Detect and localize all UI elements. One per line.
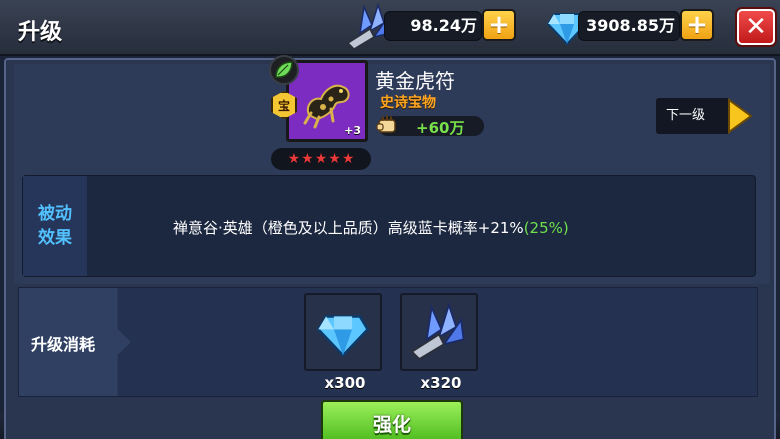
star-icon: ★ [301, 151, 314, 167]
strengthen-button[interactable]: 强化 [321, 400, 463, 439]
passive-bonus-pct: (25%) [523, 219, 569, 237]
item-name: 黄金虎符 [375, 69, 455, 93]
fist-power-icon [376, 115, 396, 133]
next-level-button[interactable]: 下一级 [656, 98, 730, 134]
upgrade-cost-tag: 升级消耗 [19, 288, 131, 396]
passive-tag-line2: 效果 [38, 228, 72, 248]
leaf-icon [269, 55, 299, 85]
crystal-amount: 98.24万 [384, 11, 482, 41]
diamond-amount: 3908.85万 [578, 11, 680, 41]
passive-effect-tag: 被动 效果 [23, 176, 87, 276]
close-icon: ✕ [745, 12, 767, 42]
item-rarity: 史诗宝物 [380, 95, 436, 111]
star-icon: ★ [328, 151, 341, 167]
diamond-icon [316, 315, 370, 358]
crystal-icon [410, 302, 465, 361]
cost-qty-diamond: x300 [324, 374, 366, 392]
passive-tag-line1: 被动 [38, 204, 72, 224]
passive-description: 禅意谷·英雄（橙色及以上品质）高级蓝卡概率+21%(25%) [173, 217, 569, 238]
page-title: 升级 [18, 20, 63, 45]
cost-qty-crystal: x320 [420, 374, 462, 392]
power-bonus: +60万 [416, 119, 465, 137]
cost-item-diamond[interactable] [304, 293, 382, 371]
star-icon: ★ [314, 151, 328, 167]
close-button[interactable]: ✕ [737, 9, 775, 45]
upgrade-cost-section: 升级消耗 [18, 287, 758, 397]
arrow-right-icon[interactable] [725, 98, 753, 134]
item-level-badge: +3 [344, 124, 361, 137]
passive-effect-box: 被动 效果 禅意谷·英雄（橙色及以上品质）高级蓝卡概率+21%(25%) [22, 175, 756, 277]
passive-description-text: 禅意谷·英雄（橙色及以上品质）高级蓝卡概率+21% [173, 219, 524, 237]
upgrade-cost-label: 升级消耗 [31, 335, 96, 354]
star-icon: ★ [287, 151, 301, 167]
add-crystal-button[interactable]: + [482, 9, 516, 41]
top-bar: 升级 98.24万 + 3908.85万 + ✕ [0, 0, 780, 56]
add-diamond-button[interactable]: + [680, 9, 714, 41]
star-icon: ★ [341, 151, 355, 167]
star-rating: ★ ★ ★ ★ ★ [271, 148, 371, 170]
cost-item-crystal[interactable] [400, 293, 478, 371]
